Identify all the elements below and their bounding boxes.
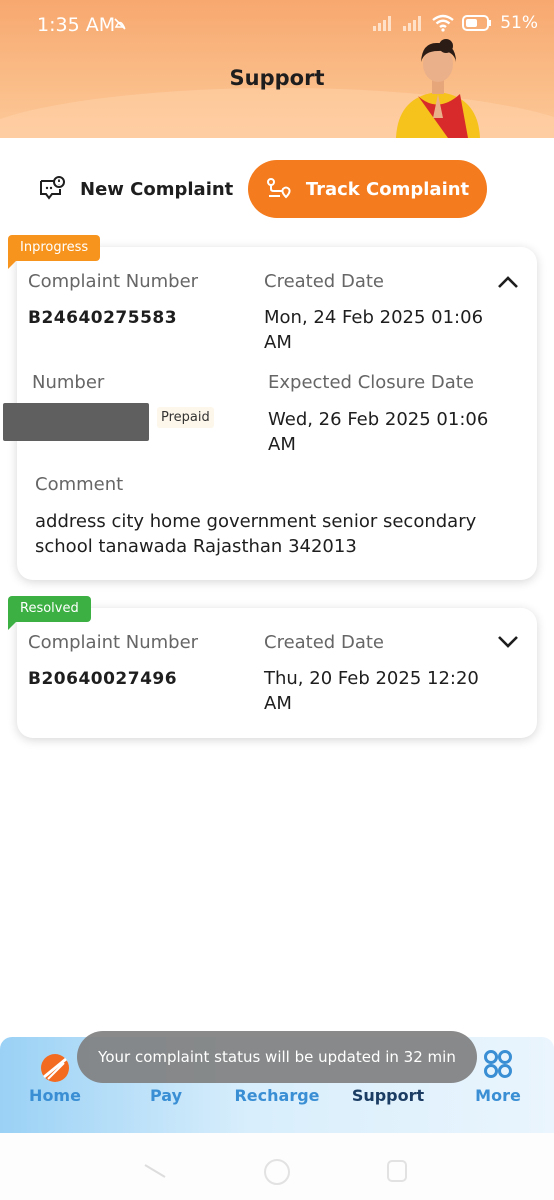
- nav-support-label: Support: [351, 1086, 425, 1105]
- comment-text: address city home government senior seco…: [35, 511, 477, 557]
- route-track-icon: [266, 178, 291, 199]
- number-label: Number: [32, 372, 105, 393]
- complaint-number-label: Complaint Number: [28, 632, 199, 653]
- tab-track-complaint[interactable]: Track Complaint: [248, 160, 487, 218]
- created-date: Thu, 20 Feb 2025 12:20 AM: [264, 668, 479, 714]
- status-time: 1:35 AM: [37, 14, 116, 36]
- home-circle-icon[interactable]: [262, 1157, 292, 1187]
- status-badge-inprogress: Inprogress: [8, 235, 101, 269]
- created-date: Mon, 24 Feb 2025 01:06 AM: [264, 307, 484, 353]
- toast-message: Your complaint status will be updated in…: [77, 1031, 477, 1083]
- mascot-illustration: [396, 39, 480, 138]
- chat-complaint-icon: [40, 176, 65, 200]
- battery-percent: 51%: [500, 13, 538, 33]
- recents-icon[interactable]: [386, 1159, 408, 1183]
- tab-new-complaint-label: New Complaint: [80, 178, 234, 200]
- mute-icon: [114, 18, 126, 30]
- signal-icon: [373, 16, 392, 31]
- tab-new-complaint[interactable]: New Complaint: [38, 164, 233, 214]
- created-date-label: Created Date: [264, 271, 384, 292]
- chevron-up-icon[interactable]: [497, 275, 519, 289]
- tab-track-complaint-label: Track Complaint: [305, 178, 470, 200]
- nav-home-label: Home: [29, 1086, 81, 1105]
- signal-2-icon: [403, 16, 422, 31]
- battery-icon: [462, 15, 492, 31]
- created-date-label: Created Date: [264, 632, 384, 653]
- system-nav-bar: [0, 1133, 554, 1200]
- header: 1:35 AM 51% Support: [0, 0, 554, 138]
- expected-closure-label: Expected Closure Date: [268, 372, 474, 393]
- complaint-card-inprogress[interactable]: Complaint Number B24640275583 Created Da…: [3, 247, 537, 580]
- complaint-number: B24640275583: [28, 308, 178, 328]
- back-icon[interactable]: [143, 1163, 167, 1179]
- wifi-icon: [432, 14, 454, 32]
- status-badge-resolved: Resolved: [8, 596, 91, 630]
- complaint-card-resolved[interactable]: Complaint Number B20640027496 Created Da…: [17, 608, 537, 738]
- nav-recharge-label: Recharge: [234, 1086, 320, 1105]
- complaint-number: B20640027496: [28, 669, 178, 689]
- nav-more-label: More: [475, 1086, 521, 1105]
- expected-closure-date: Wed, 26 Feb 2025 01:06 AM: [268, 409, 489, 455]
- masked-phone-number: [3, 403, 149, 441]
- chevron-down-icon[interactable]: [497, 634, 519, 648]
- prepaid-badge: Prepaid: [157, 407, 214, 428]
- complaint-number-label: Complaint Number: [28, 271, 199, 292]
- status-right: 51%: [372, 13, 538, 33]
- home-logo-icon: [41, 1054, 69, 1082]
- more-grid-icon: [484, 1050, 512, 1078]
- comment-label: Comment: [35, 474, 124, 495]
- nav-pay-label: Pay: [149, 1086, 183, 1105]
